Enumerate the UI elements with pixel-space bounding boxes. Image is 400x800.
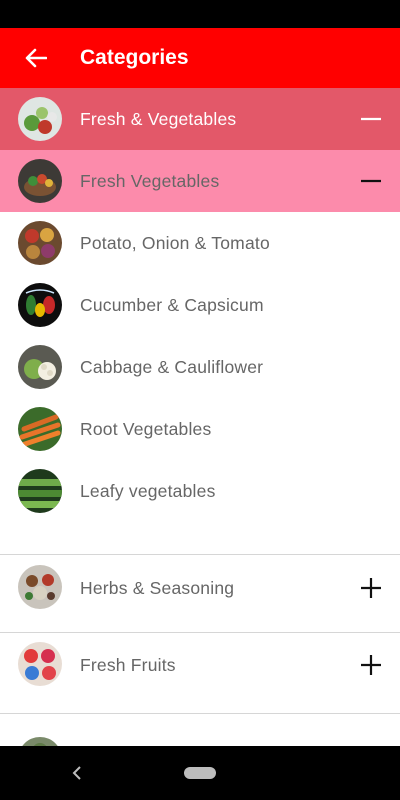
item-label: Potato, Onion & Tomato: [80, 232, 270, 253]
item-label: Root Vegetables: [80, 418, 212, 439]
app-bar: Categories: [0, 28, 400, 88]
category-thumbnail: [18, 565, 62, 609]
page-title: Categories: [80, 46, 189, 69]
category-fresh-fruits[interactable]: Fresh Fruits: [0, 634, 400, 696]
category-thumbnail: [18, 642, 62, 686]
list-item-cabbage-cauliflower[interactable]: Cabbage & Cauliflower: [0, 336, 400, 398]
category-fresh-vegetables[interactable]: Fresh & Vegetables: [0, 88, 400, 150]
item-thumbnail: [18, 283, 62, 327]
item-thumbnail: [18, 221, 62, 265]
minus-icon[interactable]: [360, 108, 382, 130]
list-item-leafy-vegetables[interactable]: Leafy vegetables: [0, 460, 400, 522]
divider: [0, 713, 400, 714]
item-label: Cabbage & Cauliflower: [80, 356, 264, 377]
nav-back-icon[interactable]: [68, 764, 86, 782]
category-label: Fresh Fruits: [80, 654, 176, 675]
item-label: Cucumber & Capsicum: [80, 294, 264, 315]
category-label: Herbs & Seasoning: [80, 577, 235, 598]
plus-icon[interactable]: [360, 654, 382, 676]
item-thumbnail: [18, 345, 62, 389]
list-item-cucumber-capsicum[interactable]: Cucumber & Capsicum: [0, 274, 400, 336]
item-thumbnail: [18, 407, 62, 451]
divider: [0, 554, 400, 555]
item-thumbnail: [18, 469, 62, 513]
subsection-label: Fresh Vegetables: [80, 170, 220, 191]
minus-icon[interactable]: [360, 170, 382, 192]
subcategory-fresh-vegetables[interactable]: Fresh Vegetables: [0, 150, 400, 212]
category-herbs-seasoning[interactable]: Herbs & Seasoning: [0, 557, 400, 619]
item-label: Leafy vegetables: [80, 480, 216, 501]
section-label: Fresh & Vegetables: [80, 108, 237, 129]
arrow-back-icon[interactable]: [20, 41, 52, 75]
list-item-potato-onion-tomato[interactable]: Potato, Onion & Tomato: [0, 212, 400, 274]
nav-home-pill[interactable]: [184, 767, 216, 779]
divider: [0, 632, 400, 633]
category-thumbnail: [18, 97, 62, 141]
status-bar: [0, 0, 400, 28]
subcategory-thumbnail: [18, 159, 62, 203]
list-item-root-vegetables[interactable]: Root Vegetables: [0, 398, 400, 460]
plus-icon[interactable]: [360, 577, 382, 599]
